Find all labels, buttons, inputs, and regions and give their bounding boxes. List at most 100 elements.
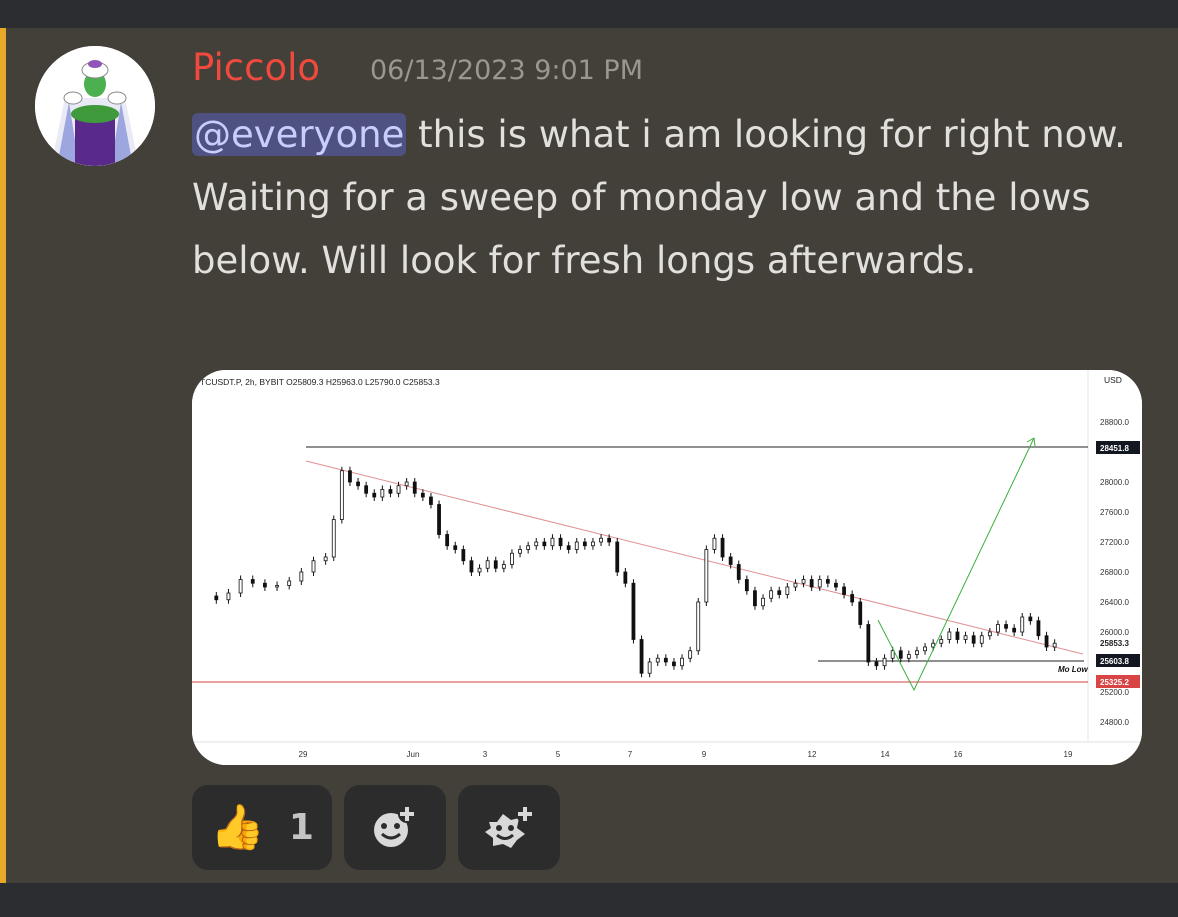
candle-body bbox=[834, 582, 838, 588]
candle-body bbox=[550, 537, 555, 547]
candle-body bbox=[1044, 635, 1049, 648]
candle-body bbox=[582, 541, 587, 547]
candle-body bbox=[518, 549, 522, 554]
candle-body bbox=[607, 537, 612, 543]
candle-body bbox=[1028, 616, 1033, 622]
candle-body bbox=[461, 549, 466, 562]
candle-body bbox=[599, 537, 603, 543]
y-tick-label: 28800.0 bbox=[1100, 418, 1129, 427]
candle-body bbox=[971, 635, 976, 644]
candle-body bbox=[866, 624, 871, 663]
price-tag: 25603.8 bbox=[1096, 654, 1140, 667]
candle-body bbox=[639, 639, 644, 674]
y-tick-label: 25200.0 bbox=[1100, 688, 1129, 697]
x-tick-label: Jun bbox=[407, 750, 420, 759]
candle-body bbox=[955, 631, 960, 640]
reaction-count: 1 bbox=[288, 807, 314, 848]
x-tick-label: 3 bbox=[483, 750, 488, 759]
candle-body bbox=[364, 485, 369, 494]
candle-body bbox=[574, 541, 579, 550]
avatar[interactable] bbox=[35, 46, 155, 166]
x-tick-label: 9 bbox=[702, 750, 707, 759]
price-tag-label: 25853.3 bbox=[1100, 639, 1129, 648]
candle-body bbox=[874, 661, 879, 667]
add-reaction-button[interactable] bbox=[344, 785, 446, 870]
thumbs-up-icon: 👍 bbox=[210, 801, 265, 853]
add-reaction-icon bbox=[374, 804, 416, 847]
candle-body bbox=[817, 579, 822, 588]
candle-body bbox=[348, 470, 352, 483]
candle-body bbox=[339, 470, 344, 520]
piccolo-avatar-icon bbox=[35, 46, 155, 166]
candle-body bbox=[445, 534, 450, 547]
price-tag: 28451.8 bbox=[1096, 441, 1140, 454]
candle-body bbox=[882, 657, 887, 667]
candle-body bbox=[672, 661, 676, 667]
candle-body bbox=[429, 496, 433, 505]
x-tick-label: 29 bbox=[299, 750, 308, 759]
candle-body bbox=[655, 657, 660, 663]
candle-body bbox=[238, 579, 243, 594]
bottom-bar bbox=[0, 883, 1178, 917]
candle-body bbox=[963, 635, 968, 640]
candle-body bbox=[591, 541, 595, 547]
candle-body bbox=[420, 492, 425, 498]
chart-image[interactable]: TCUSDT.P, 2h, BYBIT O25809.3 H25963.0 L2… bbox=[192, 370, 1142, 765]
x-tick-label: 7 bbox=[628, 750, 633, 759]
add-super-reaction-button[interactable] bbox=[458, 785, 560, 870]
candle-body bbox=[1012, 627, 1017, 633]
price-tag: 25325.2 bbox=[1096, 675, 1140, 688]
timestamp: 06/13/2023 9:01 PM bbox=[370, 55, 643, 86]
candle-body bbox=[663, 657, 668, 663]
y-tick-label: 26800.0 bbox=[1100, 568, 1129, 577]
candle-body bbox=[704, 549, 709, 603]
candle-body bbox=[615, 541, 620, 573]
candle-body bbox=[761, 597, 765, 607]
tradingview-chart: TCUSDT.P, 2h, BYBIT O25809.3 H25963.0 L2… bbox=[192, 370, 1142, 765]
candle-body bbox=[250, 579, 255, 584]
y-tick-label: 28000.0 bbox=[1100, 478, 1129, 487]
currency-label: USD bbox=[1104, 375, 1122, 385]
candle-body bbox=[331, 519, 336, 558]
candle-body bbox=[898, 650, 903, 659]
price-tag-label: 25325.2 bbox=[1100, 678, 1129, 687]
candle-body bbox=[287, 580, 292, 586]
candle-body bbox=[744, 579, 749, 592]
y-tick-label: 27200.0 bbox=[1100, 538, 1129, 547]
price-tag: 25853.3 bbox=[1100, 639, 1129, 648]
candle-body bbox=[412, 481, 417, 494]
y-tick-label: 27600.0 bbox=[1100, 508, 1129, 517]
candle-body bbox=[566, 545, 571, 550]
username[interactable]: Piccolo bbox=[192, 44, 320, 92]
candle-body bbox=[1004, 624, 1008, 629]
candle-body bbox=[996, 624, 1000, 633]
candle-body bbox=[542, 541, 547, 547]
y-tick-label: 26400.0 bbox=[1100, 598, 1129, 607]
candle-body bbox=[777, 590, 782, 595]
candle-body bbox=[623, 571, 628, 584]
candle-body bbox=[226, 592, 231, 601]
candle-body bbox=[477, 567, 482, 573]
candle-body bbox=[923, 646, 927, 652]
candle-body bbox=[728, 556, 733, 565]
reaction-thumbs-up[interactable]: 👍 1 bbox=[192, 785, 332, 870]
candle-body bbox=[850, 594, 855, 603]
candle-body bbox=[793, 582, 798, 588]
x-tick-label: 14 bbox=[881, 750, 890, 759]
mention-highlight-bar bbox=[0, 28, 6, 883]
x-tick-label: 5 bbox=[556, 750, 561, 759]
candle-body bbox=[510, 552, 514, 565]
y-tick-label: 24800.0 bbox=[1100, 718, 1129, 727]
candle-body bbox=[680, 657, 684, 667]
mention-everyone[interactable]: @everyone bbox=[192, 113, 407, 156]
add-super-reaction-icon bbox=[485, 804, 534, 848]
candle-body bbox=[396, 485, 401, 494]
candle-body bbox=[534, 541, 539, 547]
candle-body bbox=[323, 556, 328, 562]
candle-body bbox=[631, 582, 636, 640]
candle-body bbox=[906, 654, 911, 659]
candle-body bbox=[526, 545, 531, 550]
candle-body bbox=[939, 639, 944, 644]
candle-body bbox=[736, 564, 741, 580]
candle-body bbox=[947, 631, 952, 640]
